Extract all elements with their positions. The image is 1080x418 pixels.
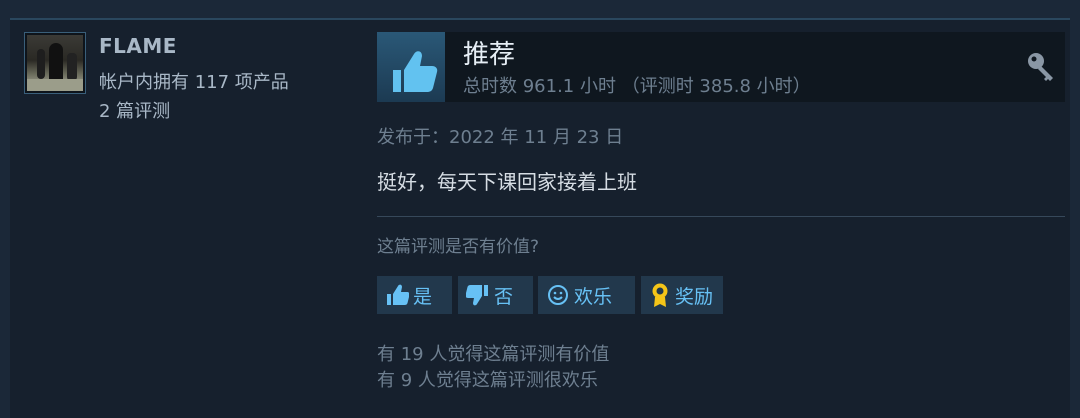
thumbs-up-icon xyxy=(387,284,409,305)
top-band xyxy=(0,0,1080,18)
vote-yes-button[interactable]: 是 xyxy=(377,276,452,314)
award-label: 奖励 xyxy=(675,285,714,308)
funny-count: 有 9 人觉得这篇评测很欢乐 xyxy=(377,370,598,391)
helpful-count: 有 19 人觉得这篇评测有价值 xyxy=(377,344,610,365)
reviews-count[interactable]: 2 篇评测 xyxy=(99,97,170,123)
smiley-icon xyxy=(548,285,568,305)
divider xyxy=(377,216,1065,217)
avatar[interactable] xyxy=(24,32,86,94)
review-card: FLAME 帐户内拥有 117 项产品 2 篇评测 推荐 总时数 961.1 小… xyxy=(10,18,1070,418)
thumbs-down-icon xyxy=(466,285,488,306)
helpful-question: 这篇评测是否有价值? xyxy=(377,237,540,257)
avatar-image xyxy=(27,35,83,91)
playtime-hours: 总时数 961.1 小时 （评测时 385.8 小时） xyxy=(463,76,811,97)
vote-no-label: 否 xyxy=(494,285,514,308)
award-icon xyxy=(652,283,668,307)
posted-date: 发布于：2022 年 11 月 23 日 xyxy=(377,127,624,148)
award-button[interactable]: 奖励 xyxy=(641,276,723,314)
owned-products-count[interactable]: 帐户内拥有 117 项产品 xyxy=(99,68,289,94)
thumbs-up-icon xyxy=(377,32,445,102)
vote-funny-button[interactable]: 欢乐 xyxy=(538,276,635,314)
review-header: 推荐 总时数 961.1 小时 （评测时 385.8 小时） xyxy=(377,32,1065,102)
username[interactable]: FLAME xyxy=(99,34,177,58)
vote-yes-label: 是 xyxy=(413,285,433,308)
key-icon xyxy=(1025,50,1059,84)
review-verdict: 推荐 xyxy=(463,40,516,70)
vote-funny-label: 欢乐 xyxy=(574,285,613,308)
review-body: 挺好，每天下课回家接着上班 xyxy=(377,170,637,194)
vote-no-button[interactable]: 否 xyxy=(458,276,533,314)
